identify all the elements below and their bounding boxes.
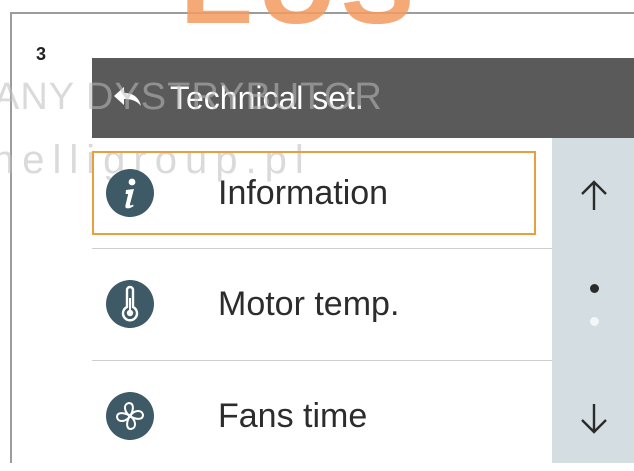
menu-item-label: Motor temp. (218, 285, 400, 323)
page-title: Technical set. (170, 80, 364, 116)
page-indicator-inactive (590, 317, 599, 326)
watermark-brand: EUS (0, 0, 634, 40)
arrow-down-icon[interactable] (574, 398, 614, 438)
info-icon (106, 169, 154, 217)
fan-icon (106, 392, 154, 440)
arrow-up-icon[interactable] (574, 176, 614, 216)
back-icon[interactable] (108, 78, 148, 118)
menu-item-fans-time[interactable]: Fans time (92, 361, 552, 471)
frame-left-border (10, 12, 12, 463)
step-number: 3 (36, 44, 47, 64)
thermometer-icon (106, 280, 154, 328)
watermark-brand-text: EUS (180, 0, 418, 40)
menu-item-label: Information (218, 174, 389, 212)
menu-item-information[interactable]: Information (92, 138, 552, 248)
title-bar: Technical set. (92, 58, 634, 138)
menu-item-motor-temp[interactable]: Motor temp. (92, 249, 552, 359)
scroll-panel (552, 138, 634, 463)
menu-list: Information Motor temp. Fans time (92, 138, 552, 463)
page-indicator-active (590, 284, 599, 293)
menu-item-label: Fans time (218, 397, 368, 435)
